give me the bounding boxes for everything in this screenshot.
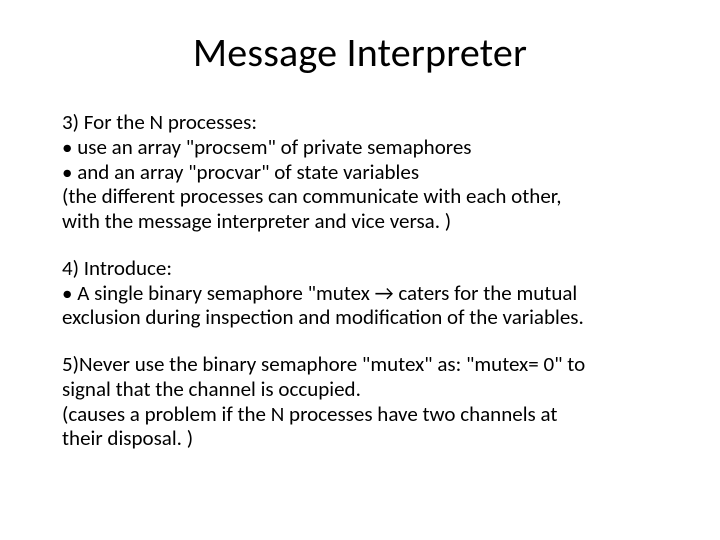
slide-title: Message Interpreter xyxy=(0,28,720,77)
section-5-line-2: signal that the channel is occupied. xyxy=(62,377,662,402)
section-4-heading: 4) Introduce: xyxy=(62,256,662,281)
section-5-line-1: 5)Never use the binary semaphore "mutex"… xyxy=(62,352,662,377)
section-4: 4) Introduce: A single binary semaphore … xyxy=(62,256,662,330)
section-4-bullet-line-1: A single binary semaphore "mutex → cater… xyxy=(62,281,662,306)
section-3-tail-2: with the message interpreter and vice ve… xyxy=(62,209,662,234)
section-5-line-3: (causes a problem if the N processes hav… xyxy=(62,402,662,427)
section-3-bullet-1: use an array "procsem" of private semaph… xyxy=(62,135,662,160)
section-3-tail-1: (the different processes can communicate… xyxy=(62,184,662,209)
slide-body: 3) For the N processes: use an array "pr… xyxy=(62,110,662,473)
section-3-bullet-2: and an array "procvar" of state variable… xyxy=(62,160,662,185)
slide: Message Interpreter 3) For the N process… xyxy=(0,0,720,540)
section-5-line-4: their disposal. ) xyxy=(62,426,662,451)
section-4-bullet-line-2: exclusion during inspection and modifica… xyxy=(62,305,662,330)
section-5: 5)Never use the binary semaphore "mutex"… xyxy=(62,352,662,451)
section-3-heading: 3) For the N processes: xyxy=(62,110,662,135)
section-3: 3) For the N processes: use an array "pr… xyxy=(62,110,662,234)
